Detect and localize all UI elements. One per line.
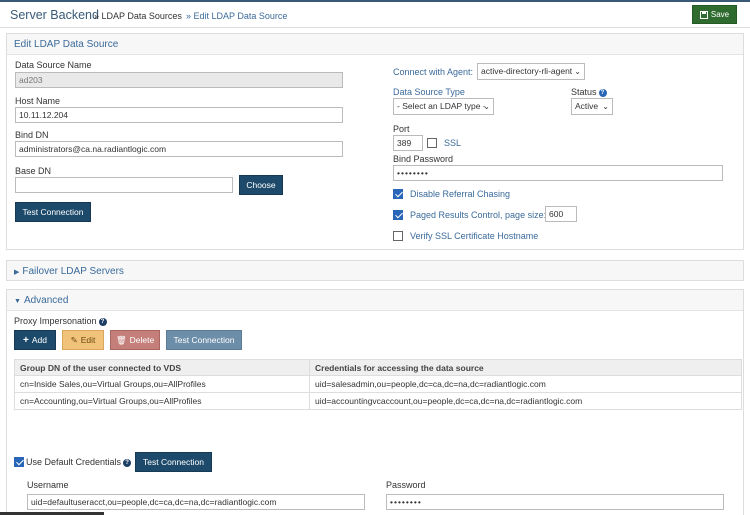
save-button[interactable]: Save [692, 5, 737, 24]
table-cell: cn=Inside Sales,ou=Virtual Groups,ou=All… [14, 375, 310, 393]
bind-password-label: Bind Password [393, 154, 454, 164]
chevron-down-icon: ⌄ [483, 102, 490, 111]
column-header[interactable]: Group DN of the user connected to VDS [14, 359, 310, 376]
agent-value: active-directory-rli-agent [481, 66, 573, 76]
base-dn-field[interactable] [15, 177, 233, 193]
chevron-right-icon: ▶ [14, 269, 20, 276]
chevron-down-icon: ▼ [14, 298, 21, 305]
table-header-row: Group DN of the user connected to VDS Cr… [14, 359, 742, 376]
edit-button[interactable]: ✎ Edit [62, 330, 104, 350]
add-label: Add [31, 335, 47, 345]
bind-dn-field[interactable]: administrators@ca.na.radiantlogic.com [15, 141, 343, 157]
delete-label: Delete [129, 335, 155, 345]
edit-ldap-panel: Edit LDAP Data Source Data Source Name a… [6, 33, 744, 250]
proxy-table: Group DN of the user connected to VDS Cr… [14, 359, 742, 410]
table-cell: uid=accountingvcaccount,ou=people,dc=ca,… [309, 392, 742, 410]
status-select[interactable]: Active ⌄ [571, 98, 613, 115]
table-cell: uid=salesadmin,ou=people,dc=ca,dc=na,dc=… [309, 375, 742, 393]
base-dn-label: Base DN [15, 166, 52, 176]
app-title: Server Backend [10, 8, 99, 22]
trash-icon: 🗑 [115, 334, 127, 345]
failover-section-header[interactable]: ▶ Failover LDAP Servers [6, 260, 744, 281]
plus-icon: + [23, 334, 29, 346]
top-bar: Server Backend » LDAP Data Sources » Edi… [0, 0, 750, 28]
port-label: Port [393, 124, 410, 134]
data-source-type-label: Data Source Type [393, 87, 465, 97]
help-icon[interactable]: ? [123, 458, 132, 467]
port-field[interactable]: 389 [393, 135, 423, 151]
password-label: Password [386, 480, 426, 490]
data-source-name-field[interactable]: ad203 [15, 72, 343, 88]
chevron-down-icon: ⌄ [574, 67, 581, 76]
agent-select[interactable]: active-directory-rli-agent ⌄ [477, 63, 585, 80]
verify-ssl-checkbox[interactable] [393, 231, 403, 241]
failover-title: Failover LDAP Servers [22, 266, 124, 277]
password-field[interactable]: •••••••• [386, 494, 724, 510]
data-source-name-label: Data Source Name [15, 60, 92, 70]
choose-button[interactable]: Choose [239, 175, 283, 195]
host-name-field[interactable]: 10.11.12.204 [15, 107, 343, 123]
table-cell: cn=Accounting,ou=Virtual Groups,ou=AllPr… [14, 392, 310, 410]
save-icon [699, 10, 708, 19]
username-field[interactable]: uid=defaultuseracct,ou=people,dc=ca,dc=n… [27, 494, 365, 510]
add-button[interactable]: + Add [14, 330, 56, 350]
use-default-credentials-label: Use Default Credentials? [26, 457, 132, 467]
status-label-text: Status [571, 87, 597, 97]
host-name-label: Host Name [15, 96, 61, 106]
save-label: Save [710, 10, 730, 19]
test-connection-button-3[interactable]: Test Connection [135, 452, 212, 472]
status-value: Active [575, 101, 599, 111]
table-row[interactable]: cn=Accounting,ou=Virtual Groups,ou=AllPr… [14, 392, 742, 410]
ssl-label: SSL [444, 138, 462, 148]
breadcrumb-ldap-data-sources[interactable]: » LDAP Data Sources [94, 11, 182, 21]
advanced-panel: ▼ Advanced Proxy Impersonation? + Add ✎ Edi… [6, 289, 744, 515]
bind-dn-label: Bind DN [15, 130, 49, 140]
help-icon[interactable]: ? [98, 317, 107, 326]
data-source-type-value: - Select an LDAP type - [397, 101, 486, 111]
use-default-credentials-checkbox[interactable] [14, 457, 24, 467]
advanced-section-header[interactable]: ▼ Advanced [7, 290, 743, 311]
advanced-title: Advanced [23, 295, 69, 306]
bind-password-field[interactable]: •••••••• [393, 165, 723, 181]
pencil-icon: ✎ [70, 334, 78, 345]
data-source-type-select[interactable]: - Select an LDAP type - ⌄ [393, 98, 494, 115]
proxy-impersonation-label: Proxy Impersonation? [14, 316, 107, 326]
page-size-field[interactable]: 600 [545, 206, 577, 222]
info-icon[interactable]: ? [598, 88, 607, 97]
paged-results-label: Paged Results Control, page size: [410, 210, 547, 220]
table-row[interactable]: cn=Inside Sales,ou=Virtual Groups,ou=All… [14, 375, 742, 393]
test-connection-button[interactable]: Test Connection [15, 202, 91, 222]
chevron-down-icon: ⌄ [602, 102, 609, 111]
disable-referral-label: Disable Referral Chasing [410, 189, 511, 199]
ssl-checkbox[interactable] [427, 138, 437, 148]
proxy-impersonation-text: Proxy Impersonation [14, 316, 97, 326]
edit-label: Edit [80, 335, 96, 345]
paged-results-checkbox[interactable] [393, 210, 403, 220]
status-label: Status? [571, 87, 607, 97]
delete-button[interactable]: 🗑 Delete [110, 330, 160, 350]
column-header[interactable]: Credentials for accessing the data sourc… [309, 359, 742, 376]
username-label: Username [27, 480, 69, 490]
edit-panel-title: Edit LDAP Data Source [7, 34, 743, 55]
connect-with-agent-label: Connect with Agent: [393, 67, 474, 77]
test-connection-button-2[interactable]: Test Connection [166, 330, 242, 350]
verify-ssl-label: Verify SSL Certificate Hostname [410, 231, 539, 241]
disable-referral-checkbox[interactable] [393, 189, 403, 199]
breadcrumb-edit-ldap-data-source: » Edit LDAP Data Source [186, 11, 288, 21]
use-default-credentials-text: Use Default Credentials [26, 457, 122, 467]
